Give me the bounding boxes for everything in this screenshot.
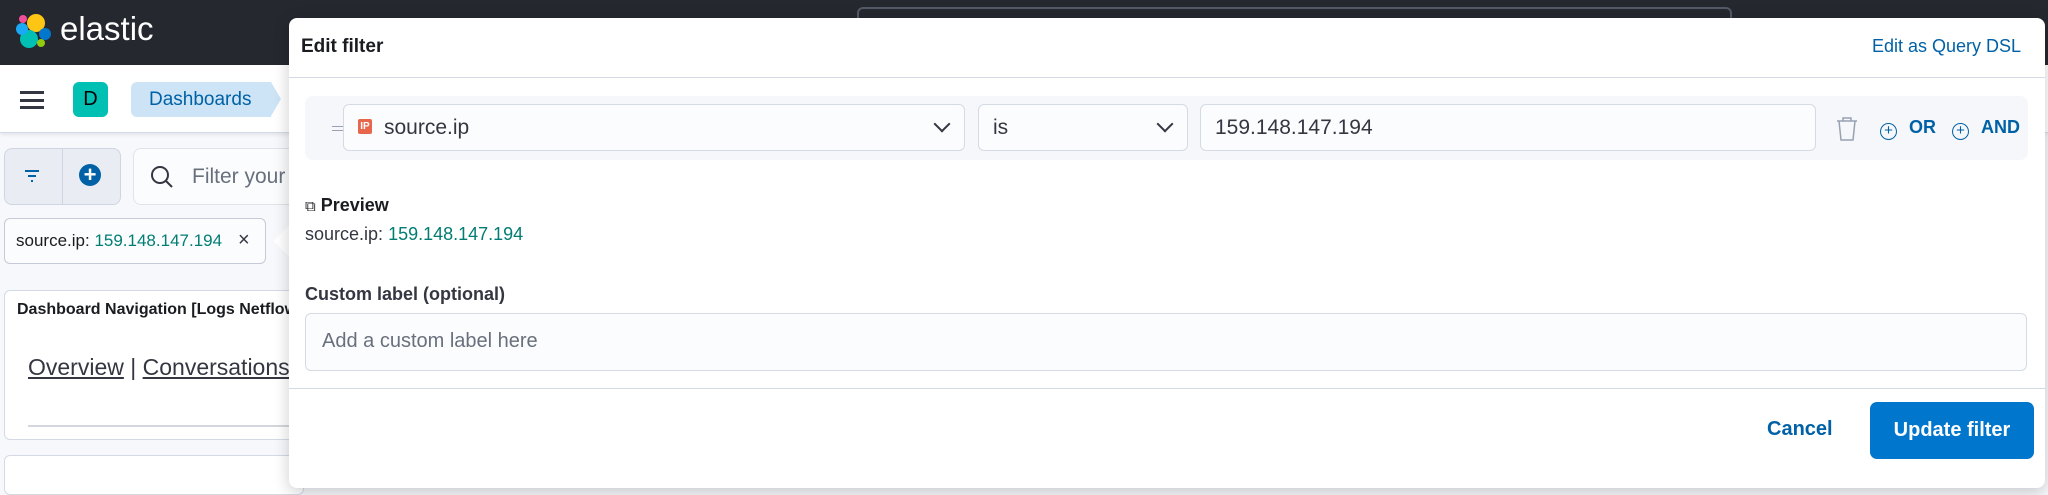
chevron-down-icon (933, 115, 951, 133)
elastic-logo-icon (16, 14, 51, 48)
filter-buttons (4, 148, 121, 205)
panel-title: Dashboard Navigation [Logs Netflow] (17, 301, 303, 318)
popover-title: Edit filter (301, 36, 384, 57)
edit-query-dsl-link[interactable]: Edit as Query DSL (1872, 36, 2021, 57)
add-and-button[interactable]: + AND (1952, 117, 2020, 140)
preview-heading: ⧉ Preview (305, 195, 389, 215)
divider (289, 77, 2045, 78)
plus-circle-icon: + (1952, 123, 1969, 140)
link-conversations[interactable]: Conversations (143, 354, 290, 380)
divider (289, 388, 2045, 389)
preview-icon: ⧉ (305, 198, 316, 215)
trash-icon[interactable] (1835, 116, 1859, 142)
chevron-down-icon (1156, 115, 1174, 133)
update-filter-button[interactable]: Update filter (1870, 402, 2034, 459)
field-value: source.ip (384, 116, 470, 139)
query-placeholder: Filter your (192, 165, 286, 188)
pill-field: source.ip: (16, 231, 90, 250)
value-input[interactable]: 159.148.147.194 (1200, 104, 1816, 151)
filter-icon[interactable] (24, 170, 40, 182)
query-input[interactable]: Filter your (133, 148, 303, 205)
field-select[interactable]: IP source.ip (343, 104, 965, 151)
link-overview[interactable]: Overview (28, 354, 124, 380)
filter-row: IP source.ip is 159.148.147.194 + OR + AND (305, 96, 2028, 160)
dashboard-panel: Dashboard Navigation [Logs Netflow] Over… (4, 290, 308, 440)
custom-label-input[interactable]: Add a custom label here (305, 313, 2027, 371)
brand-name: elastic (60, 10, 154, 47)
space-avatar[interactable]: D (73, 82, 108, 117)
operator-value: is (993, 116, 1009, 139)
ip-type-icon: IP (358, 119, 372, 134)
plus-circle-icon: + (1880, 123, 1897, 140)
preview-value: source.ip: 159.148.147.194 (305, 224, 524, 244)
add-or-button[interactable]: + OR (1880, 117, 1936, 140)
divider (28, 425, 308, 427)
close-icon[interactable]: × (238, 229, 250, 252)
edit-filter-popover: Edit filter Edit as Query DSL IP source.… (289, 18, 2045, 488)
value-text: 159.148.147.194 (1215, 116, 1373, 139)
dashboard-panel (4, 455, 304, 495)
cancel-button[interactable]: Cancel (1767, 418, 1833, 441)
breadcrumb-dashboards[interactable]: Dashboards (131, 82, 281, 117)
menu-icon[interactable] (20, 91, 44, 109)
search-icon (151, 166, 173, 188)
filter-pill[interactable]: source.ip: 159.148.147.194 × (4, 218, 266, 264)
add-filter-icon[interactable]: + (79, 164, 101, 186)
operator-select[interactable]: is (978, 104, 1188, 151)
custom-label-heading: Custom label (optional) (305, 284, 505, 304)
pill-value: 159.148.147.194 (94, 231, 223, 250)
